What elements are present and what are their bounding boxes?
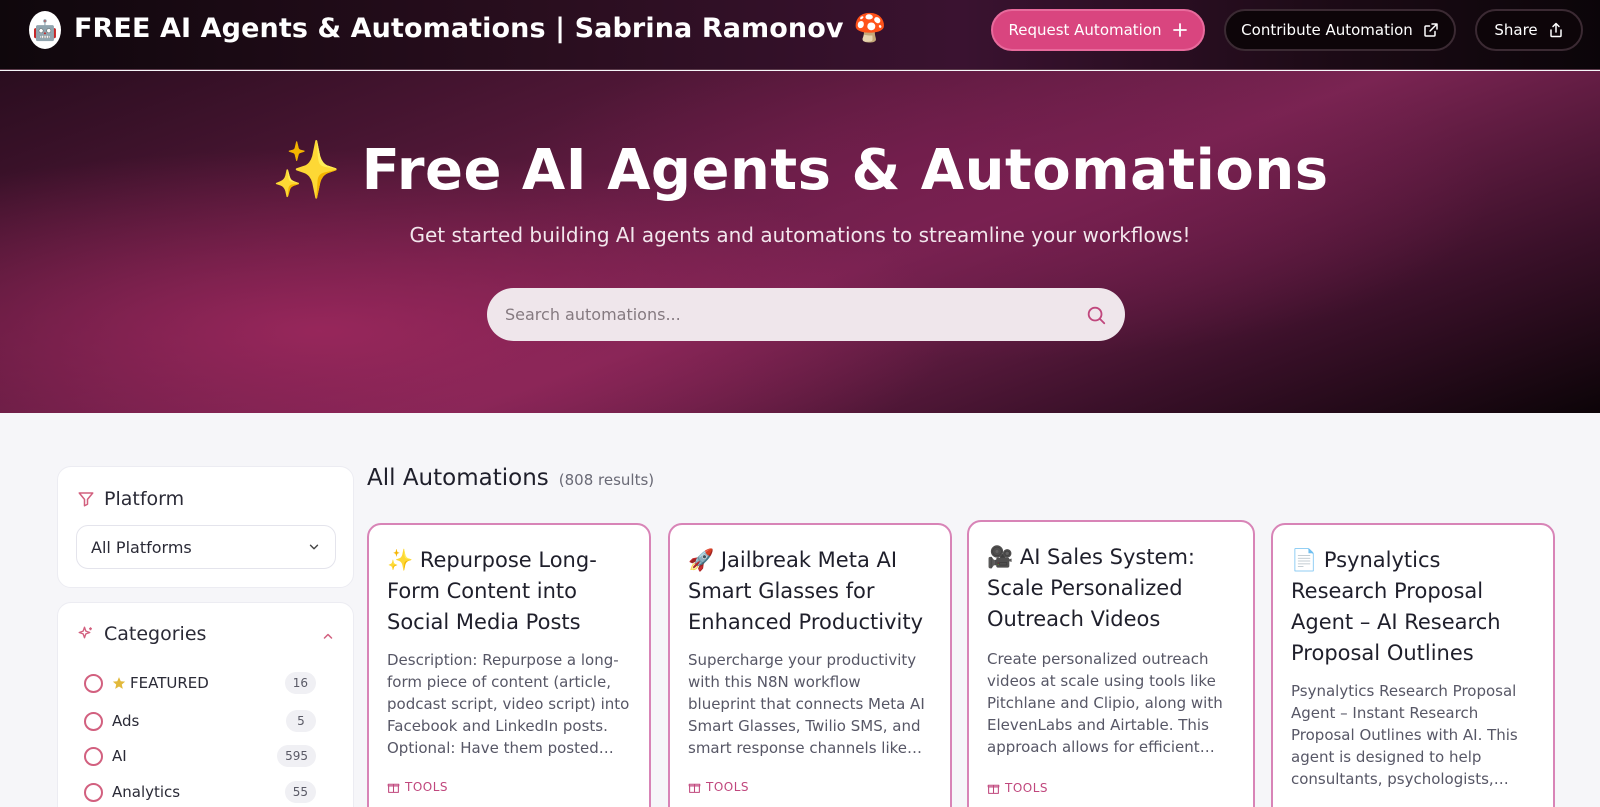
- categories-panel: Categories FEATURED 16 Ads 5 AI 595 Anal…: [57, 602, 354, 807]
- site-title: FREE AI Agents & Automations | Sabrina R…: [74, 13, 887, 44]
- card-description: Description: Repurpose a long-form piece…: [387, 651, 630, 757]
- category-item-analytics[interactable]: Analytics 55: [84, 780, 316, 804]
- card-title[interactable]: 🎥 AI Sales System: Scale Personalized Ou…: [987, 542, 1239, 635]
- radio-button[interactable]: [84, 673, 103, 693]
- chevron-down-icon: [309, 544, 319, 550]
- card-description: Supercharge your productivity with this …: [688, 651, 925, 757]
- categories-heading[interactable]: Categories: [77, 623, 206, 645]
- plus-icon: [1172, 23, 1187, 37]
- card-tag[interactable]: TOOLS: [987, 781, 1048, 795]
- filter-icon: [78, 492, 94, 507]
- share-label: Share: [1494, 21, 1538, 39]
- radio-button[interactable]: [84, 746, 103, 766]
- top-bar: 🤖 FREE AI Agents & Automations | Sabrina…: [0, 0, 1600, 70]
- platform-heading: Platform: [77, 488, 184, 510]
- robot-logo-icon[interactable]: 🤖: [29, 11, 61, 49]
- category-item-ai[interactable]: AI 595: [84, 744, 316, 768]
- request-automation-button[interactable]: Request Automation: [991, 9, 1205, 51]
- category-label: Ads: [112, 712, 140, 730]
- category-count: 55: [284, 781, 316, 803]
- category-count: 595: [277, 745, 316, 767]
- sparkles-icon: [78, 626, 92, 639]
- card-description: Psynalytics Research Proposal Agent – In…: [1291, 682, 1518, 788]
- card-description: Create personalized outreach videos at s…: [987, 650, 1223, 756]
- gift-icon: [987, 784, 1000, 794]
- card-tag-label: TOOLS: [1005, 781, 1049, 795]
- automation-card[interactable]: 📄 Psynalytics Research Proposal Agent – …: [1271, 523, 1555, 807]
- automation-card[interactable]: 🎥 AI Sales System: Scale Personalized Ou…: [967, 520, 1255, 807]
- share-upload-icon: [1549, 22, 1562, 38]
- search-input[interactable]: [505, 305, 1085, 324]
- star-icon: [112, 677, 126, 689]
- results-heading-label: All Automations: [367, 465, 549, 491]
- request-automation-label: Request Automation: [1008, 21, 1162, 39]
- platform-filter-panel: Platform All Platforms: [57, 466, 354, 588]
- contribute-automation-button[interactable]: Contribute Automation: [1224, 9, 1456, 51]
- results-count: (808 results): [558, 471, 655, 489]
- category-label-text: FEATURED: [130, 674, 209, 692]
- category-item-ads[interactable]: Ads 5: [84, 709, 316, 733]
- category-count: 16: [284, 672, 316, 694]
- card-tag-label: TOOLS: [405, 780, 449, 794]
- platform-select[interactable]: All Platforms: [76, 525, 336, 569]
- card-title[interactable]: 🚀 Jailbreak Meta AI Smart Glasses for En…: [688, 545, 936, 638]
- category-label: AI: [112, 747, 127, 765]
- radio-button[interactable]: [84, 782, 103, 802]
- results-heading: All Automations (808 results): [367, 465, 654, 491]
- share-button[interactable]: Share: [1475, 9, 1583, 51]
- category-label: FEATURED: [112, 674, 285, 692]
- chevron-up-icon[interactable]: [322, 630, 334, 642]
- card-tag[interactable]: TOOLS: [387, 780, 448, 794]
- gift-icon: [688, 783, 701, 793]
- card-tag-label: TOOLS: [706, 780, 750, 794]
- search-icon[interactable]: [1085, 304, 1107, 326]
- hero-title: ✨ Free AI Agents & Automations: [271, 138, 1329, 203]
- card-title[interactable]: ✨ Repurpose Long-Form Content into Socia…: [387, 545, 635, 638]
- gift-icon: [387, 783, 400, 793]
- category-count: 5: [286, 710, 316, 732]
- hero-section: ✨ Free AI Agents & Automations Get start…: [0, 71, 1600, 413]
- contribute-automation-label: Contribute Automation: [1241, 21, 1413, 39]
- automation-card[interactable]: ✨ Repurpose Long-Form Content into Socia…: [367, 523, 651, 807]
- hero-subtitle: Get started building AI agents and autom…: [409, 223, 1191, 247]
- external-link-icon: [1424, 23, 1438, 37]
- card-title[interactable]: 📄 Psynalytics Research Proposal Agent – …: [1291, 545, 1539, 669]
- categories-heading-label: Categories: [104, 623, 207, 645]
- platform-selected-value: All Platforms: [91, 537, 192, 557]
- automation-card[interactable]: 🚀 Jailbreak Meta AI Smart Glasses for En…: [668, 523, 952, 807]
- category-label: Analytics: [112, 783, 181, 801]
- platform-heading-label: Platform: [104, 488, 185, 510]
- radio-button[interactable]: [84, 711, 103, 731]
- category-item-featured[interactable]: FEATURED 16: [84, 671, 316, 695]
- search-bar: [487, 288, 1125, 341]
- card-tag[interactable]: TOOLS: [688, 780, 749, 794]
